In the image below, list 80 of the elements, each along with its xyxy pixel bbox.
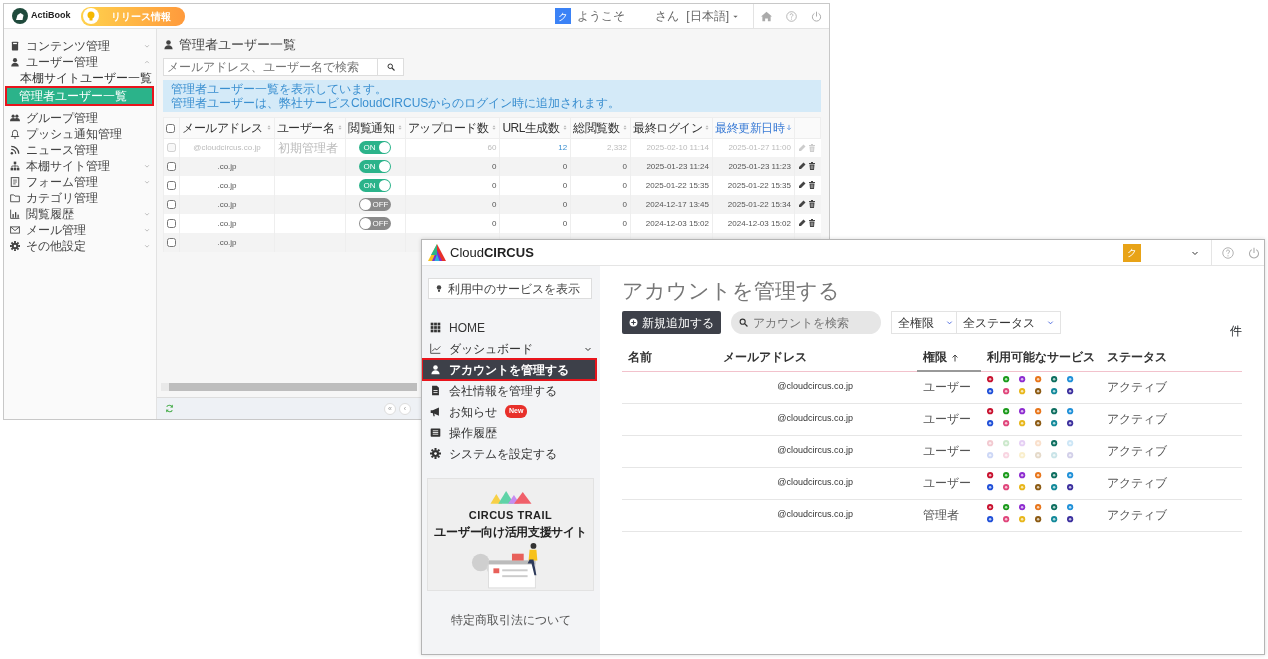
table-cell: 0: [499, 157, 571, 176]
logo-text: CloudCIRCUS: [450, 243, 534, 262]
table-cell: 管理者: [917, 499, 981, 532]
sidebar-item[interactable]: ニュース管理: [4, 142, 156, 158]
banner-subtitle: ユーザー向け活用支援サイト: [434, 524, 587, 542]
column-header[interactable]: 最終ログイン: [630, 117, 713, 138]
sidebar-item[interactable]: その他設定: [4, 238, 156, 254]
services-button[interactable]: 利用中のサービスを表示: [428, 278, 592, 299]
column-header[interactable]: URL生成数: [499, 117, 571, 138]
sidebar-item[interactable]: ダッシュボード: [422, 338, 600, 359]
table-cell: .co.jp: [179, 157, 275, 176]
count-text: 件: [1230, 323, 1242, 341]
table-cell: 2025-01-23 11:23: [712, 157, 795, 176]
column-header[interactable]: 総閲覧数: [570, 117, 631, 138]
table-cell: 0: [570, 195, 631, 214]
table-cell: 2025-01-22 15:34: [712, 195, 795, 214]
page-title: アカウントを管理する: [622, 278, 841, 304]
search-field[interactable]: メールアドレス、ユーザー名で検索: [163, 57, 378, 76]
column-header[interactable]: メールアドレス: [179, 117, 275, 138]
user-avatar: ク: [1123, 243, 1141, 262]
table-cell: .co.jp: [179, 233, 275, 252]
info-text: 管理者ユーザーは、弊社サービスCloudCIRCUSからのログイン時に追加されます。: [171, 95, 622, 110]
table-cell: アクティブ: [1101, 499, 1242, 532]
banner-card[interactable]: CIRCUS TRAIL ユーザー向け活用支援サイト: [427, 478, 594, 591]
table-cell: @cloudcircus.co.jp: [717, 499, 917, 532]
sidebar-item[interactable]: 本棚サイト管理: [4, 158, 156, 174]
column-header[interactable]: 利用可能なサービス: [981, 344, 1101, 372]
sidebar-item[interactable]: 操作履歴: [422, 422, 600, 443]
legal-link[interactable]: 特定商取引法について: [422, 611, 600, 629]
table-cell: 0: [405, 157, 500, 176]
table-cell: 0: [570, 157, 631, 176]
add-new-button[interactable]: 新規追加する: [622, 311, 721, 335]
column-header[interactable]: メールアドレス: [717, 344, 917, 372]
table-cell: ユーザー: [917, 435, 981, 468]
table-cell: アクティブ: [1101, 467, 1242, 500]
info-text: 管理者ユーザー一覧を表示しています。: [171, 81, 388, 96]
table-cell: @cloudcircus.co.jp: [717, 371, 917, 404]
table-cell: ユーザー: [917, 467, 981, 500]
user-avatar: ク: [555, 8, 572, 24]
column-header[interactable]: アップロード数: [405, 117, 500, 138]
user-suffix-text: さん: [655, 8, 680, 25]
sidebar-item[interactable]: 会社情報を管理する: [422, 380, 600, 401]
sidebar-item[interactable]: HOME: [422, 317, 600, 338]
column-header[interactable]: 閲覧通知: [345, 117, 406, 138]
table-cell: アクティブ: [1101, 435, 1242, 468]
table-cell: .co.jp: [179, 195, 275, 214]
welcome-text: ようこそ: [577, 8, 626, 25]
logo-text: ActiBook: [31, 9, 71, 23]
table-cell: 0: [499, 195, 571, 214]
sidebar-item[interactable]: 閲覧履歴: [4, 206, 156, 222]
table-cell: 0: [405, 195, 500, 214]
table-cell: ユーザー: [917, 371, 981, 404]
banner-title: CIRCUS TRAIL: [468, 507, 553, 523]
column-header[interactable]: ユーザー名: [274, 117, 346, 138]
table-cell: @cloudcircus.co.jp: [717, 435, 917, 468]
sidebar-item[interactable]: ユーザー管理: [4, 54, 156, 70]
sidebar-item[interactable]: システムを設定する: [422, 443, 600, 464]
sidebar-subitem[interactable]: 本棚サイトユーザー一覧: [4, 70, 156, 86]
column-header[interactable]: 最終更新日時: [712, 117, 795, 138]
table-cell: アクティブ: [1101, 371, 1242, 404]
sidebar-item[interactable]: フォーム管理: [4, 174, 156, 190]
sidebar-item[interactable]: メール管理: [4, 222, 156, 238]
table-cell: 2025-01-23 11:24: [630, 157, 713, 176]
table-cell: @cloudcircus.co.jp: [717, 467, 917, 500]
column-header[interactable]: 権限: [917, 344, 981, 372]
sidebar-item[interactable]: グループ管理: [4, 110, 156, 126]
filter-dropdown[interactable]: 全ステータス: [956, 311, 1061, 335]
sidebar-item[interactable]: アカウントを管理する: [422, 359, 596, 380]
page-title: 管理者ユーザー一覧: [179, 36, 296, 54]
sidebar-item[interactable]: カテゴリ管理: [4, 190, 156, 206]
search-field[interactable]: アカウントを検索: [731, 311, 881, 335]
column-header[interactable]: 名前: [622, 344, 717, 372]
column-header[interactable]: ステータス: [1101, 344, 1242, 372]
sidebar-item[interactable]: プッシュ通知管理: [4, 126, 156, 142]
table-cell: ユーザー: [917, 403, 981, 436]
table-cell: アクティブ: [1101, 403, 1242, 436]
table-cell: @cloudcircus.co.jp: [717, 403, 917, 436]
language-dropdown[interactable]: [日本語]: [686, 7, 739, 25]
table-cell: 2024-12-17 13:45: [630, 195, 713, 214]
sidebar-item[interactable]: コンテンツ管理: [4, 38, 156, 54]
